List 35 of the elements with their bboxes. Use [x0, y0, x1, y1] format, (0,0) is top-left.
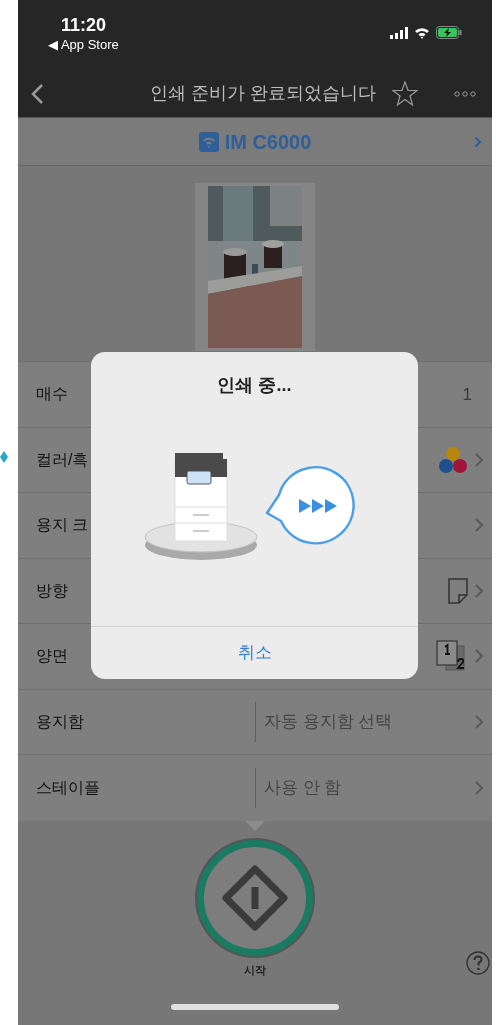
help-icon[interactable] [466, 950, 490, 975]
chevron-icon[interactable] [474, 648, 484, 665]
color-dots-icon [438, 445, 468, 474]
signal-icon [390, 26, 408, 39]
status-time: 11:20 [60, 14, 108, 36]
setting-value: 사용 안 함 [263, 777, 343, 799]
chevron-icon[interactable] [474, 517, 484, 534]
setting-label: 양면 [36, 646, 68, 667]
setting-value: 자동 용지함 선택 [263, 711, 394, 733]
setting-label: 매수 [36, 384, 68, 405]
setting-label: 컬러/흑 [36, 449, 89, 470]
cancel-button[interactable]: 취소 [221, 634, 288, 672]
dialog-title: 인쇄 중... [217, 374, 292, 397]
nav-title: 인쇄 준비가 완료되었습니다 [149, 82, 377, 105]
duplex-pages-icon [436, 640, 468, 673]
setting-value: 1 [462, 383, 473, 406]
more-icon[interactable] [454, 90, 476, 97]
diamond-icon [222, 864, 288, 931]
start-label: 시작 [244, 962, 266, 978]
wifi-badge-icon [198, 131, 219, 152]
setting-label: 스테이플 [36, 777, 100, 798]
chevron-icon[interactable] [474, 779, 484, 796]
wifi-icon [414, 26, 430, 39]
chevron-icon[interactable] [474, 713, 484, 730]
battery-icon [436, 26, 462, 39]
page-icon [448, 577, 468, 604]
chevron-icon [474, 135, 482, 148]
setting-label: 용지함 [36, 711, 84, 732]
back-to-app-link[interactable]: ◀ App Store [48, 36, 119, 54]
chevron-icon[interactable] [474, 451, 484, 468]
chevron-icon[interactable] [474, 582, 484, 599]
diamond-icon [0, 451, 8, 463]
setting-label: 방향 [36, 580, 68, 601]
star-icon[interactable] [392, 81, 418, 106]
setting-label: 용지 크 [36, 515, 89, 536]
